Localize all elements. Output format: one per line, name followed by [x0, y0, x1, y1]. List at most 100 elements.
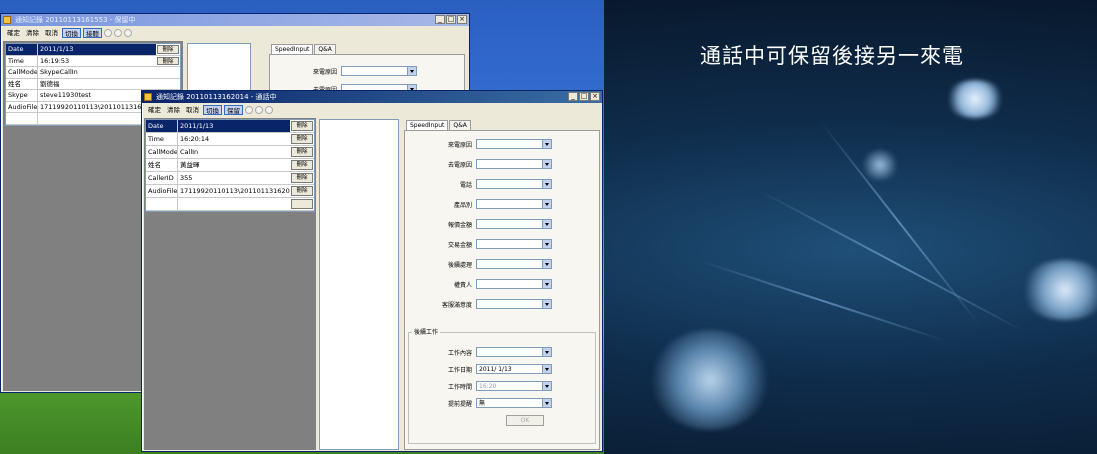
form-row: 產品別	[416, 199, 552, 209]
delete-button[interactable]: 刪除	[291, 173, 313, 183]
chevron-down-icon	[542, 200, 551, 208]
minimize-button[interactable]: _	[568, 92, 578, 101]
deal-amount-select[interactable]	[476, 239, 552, 249]
table-row[interactable]: CallMode CallIn 刪除	[146, 146, 314, 159]
maximize-button[interactable]: □	[446, 15, 456, 24]
row-value[interactable]: 劉德福	[38, 79, 180, 90]
form-row: 來電原因	[281, 66, 417, 76]
circle-icon[interactable]	[104, 28, 112, 37]
field-label: 交易金額	[447, 241, 472, 249]
chevron-down-icon	[407, 67, 416, 75]
tab-qa[interactable]: Q&A	[449, 120, 471, 130]
tab-speedinput[interactable]: SpeedInput	[271, 44, 314, 54]
row-value[interactable]: 2011/1/13	[178, 120, 290, 132]
row-value[interactable]: SkypeCallIn	[38, 67, 180, 78]
table-row[interactable]: Date 2011/1/13 刪除	[146, 120, 314, 133]
work-time-spinner[interactable]: 16:20	[476, 381, 552, 391]
table-row[interactable]: Date 2011/1/13 刪除	[6, 44, 180, 56]
chevron-down-icon	[542, 382, 551, 390]
table-row[interactable]: CallMode SkypeCallIn	[6, 67, 180, 79]
back-window-titlebar[interactable]: 通知記錄 20110113161553 - 保留中 _ □ ×	[1, 14, 469, 26]
satisfaction-select[interactable]	[476, 299, 552, 309]
clear-button[interactable]: 清除	[24, 28, 41, 38]
circle-icon[interactable]	[255, 105, 263, 114]
form-row: 去電原因	[416, 159, 552, 169]
circle-icon[interactable]	[245, 105, 253, 114]
chevron-down-icon	[542, 240, 551, 248]
row-value[interactable]: CallIn	[178, 146, 290, 158]
front-notes-box[interactable]	[319, 119, 399, 450]
clear-button[interactable]: 清除	[165, 105, 182, 115]
delete-button[interactable]: 刪除	[291, 134, 313, 144]
circle-icon[interactable]	[124, 28, 132, 37]
form-row: 權責人	[416, 279, 552, 289]
incoming-reason-select[interactable]	[341, 66, 417, 76]
field-label: 去電原因	[447, 161, 472, 169]
add-button[interactable]	[291, 199, 313, 209]
form-row: 工作日期 2011/ 1/13	[416, 364, 552, 374]
owner-select[interactable]	[476, 279, 552, 289]
switch-button[interactable]: 切換	[203, 104, 222, 115]
work-content-select[interactable]	[476, 347, 552, 357]
table-row[interactable]: 姓名 劉德福	[6, 78, 180, 90]
table-row[interactable]: 姓名 黃益暉 刪除	[146, 159, 314, 172]
form-row: 客服滿意度	[416, 299, 552, 309]
delete-button[interactable]: 刪除	[157, 56, 179, 65]
delete-button[interactable]: 刪除	[291, 147, 313, 157]
table-row[interactable]: CallerID 355 刪除	[146, 172, 314, 185]
delete-button[interactable]: 刪除	[291, 160, 313, 170]
row-value[interactable]: 17119920110113\20110113162014	[178, 185, 290, 197]
row-value[interactable]: 16:19:53	[38, 56, 156, 67]
chevron-down-icon	[542, 180, 551, 188]
row-value[interactable]: 黃益暉	[178, 159, 290, 171]
ok-button[interactable]: OK	[506, 415, 544, 426]
table-row[interactable]: AudioFile 17119920110113\20110113162014 …	[146, 185, 314, 198]
confirm-button[interactable]: 確定	[146, 105, 163, 115]
form-row: 報價金額	[416, 219, 552, 229]
close-button[interactable]: ×	[457, 15, 467, 24]
delete-button[interactable]: 刪除	[291, 186, 313, 196]
incoming-reason-select[interactable]	[476, 139, 552, 149]
form-row: 後續處理	[416, 259, 552, 269]
tab-speedinput[interactable]: SpeedInput	[406, 120, 449, 130]
delete-button[interactable]: 刪除	[291, 121, 313, 131]
chevron-down-icon	[542, 140, 551, 148]
circle-icon[interactable]	[265, 105, 273, 114]
switch-button[interactable]: 切換	[62, 27, 81, 38]
row-key: 姓名	[6, 78, 38, 89]
cancel-button[interactable]: 取消	[184, 105, 201, 115]
minimize-button[interactable]: _	[435, 15, 445, 24]
field-label: 來電原因	[447, 141, 472, 149]
phone-select[interactable]	[476, 179, 552, 189]
row-key: Skype	[6, 90, 38, 101]
tab-qa[interactable]: Q&A	[314, 44, 336, 54]
row-key: Time	[6, 55, 38, 66]
delete-button[interactable]: 刪除	[157, 45, 179, 54]
form-row: 提前提醒 無	[416, 398, 552, 408]
close-button[interactable]: ×	[590, 92, 600, 101]
row-value[interactable]: 2011/1/13	[38, 44, 156, 55]
table-row[interactable]: Time 16:20:14 刪除	[146, 133, 314, 146]
row-value[interactable]	[178, 198, 290, 210]
light-glow	[650, 330, 770, 430]
remind-select[interactable]: 無	[476, 398, 552, 408]
row-value[interactable]: 355	[178, 172, 290, 184]
product-select[interactable]	[476, 199, 552, 209]
row-value[interactable]: 16:20:14	[178, 133, 290, 145]
hold-button[interactable]: 保留	[224, 104, 243, 115]
circle-icon[interactable]	[114, 28, 122, 37]
front-window-titlebar[interactable]: 通知記錄 20110113162014 - 通話中 _ □ ×	[142, 91, 602, 103]
outgoing-reason-select[interactable]	[476, 159, 552, 169]
answer-button[interactable]: 接聽	[83, 27, 102, 38]
table-row[interactable]	[146, 198, 314, 211]
row-key: CallMode	[146, 146, 178, 158]
back-notes-box[interactable]	[187, 43, 251, 93]
row-key: Time	[146, 133, 178, 145]
work-date-picker[interactable]: 2011/ 1/13	[476, 364, 552, 374]
confirm-button[interactable]: 確定	[5, 28, 22, 38]
maximize-button[interactable]: □	[579, 92, 589, 101]
table-row[interactable]: Time 16:19:53 刪除	[6, 55, 180, 67]
cancel-button[interactable]: 取消	[43, 28, 60, 38]
followup-handling-select[interactable]	[476, 259, 552, 269]
quote-amount-select[interactable]	[476, 219, 552, 229]
